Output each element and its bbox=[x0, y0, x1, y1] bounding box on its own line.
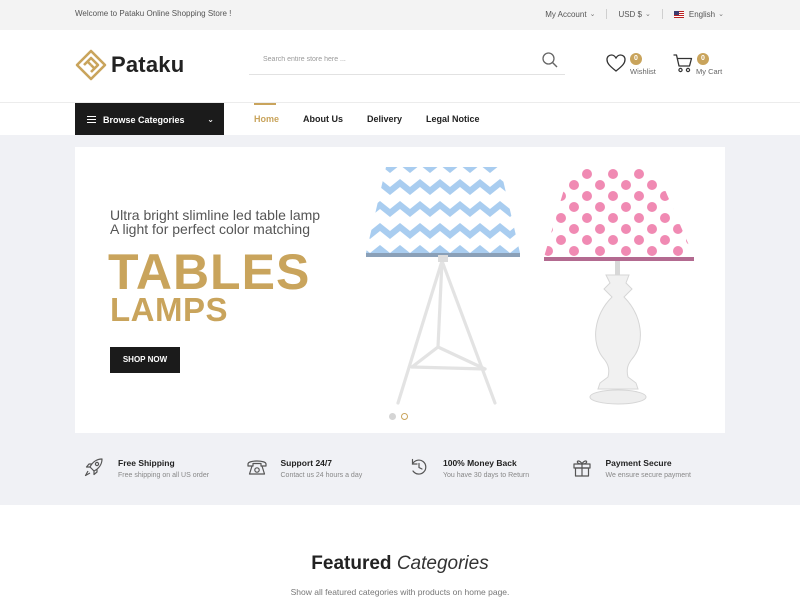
search-bar bbox=[249, 45, 565, 75]
chevron-down-icon: ⌄ bbox=[207, 115, 214, 124]
divider bbox=[606, 9, 608, 19]
feature-payment-secure: Payment Secure We ensure secure payment bbox=[563, 450, 726, 490]
phone-icon bbox=[246, 460, 267, 475]
language-dropdown[interactable]: English ⌄ bbox=[673, 9, 724, 19]
nav-item-legal-notice[interactable]: Legal Notice bbox=[426, 103, 480, 136]
slide-dot-active[interactable] bbox=[401, 413, 408, 420]
feature-subtitle: Free shipping on all US order bbox=[118, 472, 210, 479]
feature-free-shipping: Free Shipping Free shipping on all US or… bbox=[75, 450, 238, 490]
section-subtitle: Show all featured categories with produc… bbox=[290, 587, 510, 597]
search-input[interactable] bbox=[249, 45, 519, 73]
cart-icon bbox=[673, 54, 693, 73]
search-icon[interactable] bbox=[541, 51, 559, 69]
top-bar: Welcome to Pataku Online Shopping Store … bbox=[0, 0, 800, 30]
nav-item-delivery[interactable]: Delivery bbox=[367, 103, 402, 136]
hamburger-icon bbox=[87, 114, 96, 125]
pink-lamp bbox=[544, 169, 694, 405]
nav-item-home[interactable]: Home bbox=[254, 103, 279, 136]
feature-money-back: 100% Money Back You have 30 days to Retu… bbox=[400, 450, 563, 490]
chevron-down-icon: ⌄ bbox=[718, 11, 724, 18]
us-flag-icon bbox=[673, 10, 684, 18]
section-title-italic: Categories bbox=[396, 553, 489, 574]
lamps-image bbox=[366, 167, 694, 405]
cart-count-badge: 0 bbox=[697, 53, 709, 65]
slide-subtitle-2: A light for perfect color matching bbox=[110, 221, 310, 237]
divider bbox=[661, 9, 663, 19]
nav-item-about-us[interactable]: About Us bbox=[303, 103, 343, 136]
feature-title: Payment Secure bbox=[605, 458, 672, 468]
wishlist-label: Wishlist bbox=[630, 67, 656, 76]
welcome-message: Welcome to Pataku Online Shopping Store … bbox=[75, 9, 232, 18]
wishlist-link[interactable]: 0 Wishlist bbox=[605, 52, 656, 76]
features-bar: Free Shipping Free shipping on all US or… bbox=[75, 450, 725, 490]
currency-dropdown[interactable]: USD $ ⌄ bbox=[618, 10, 650, 19]
chevron-down-icon: ⌄ bbox=[589, 11, 596, 18]
logo-icon bbox=[75, 49, 107, 81]
gift-icon bbox=[572, 460, 591, 477]
slide-title-secondary: LAMPS bbox=[110, 291, 228, 328]
feature-subtitle: Contact us 24 hours a day bbox=[280, 472, 363, 479]
my-account-label: My Account bbox=[545, 9, 587, 19]
header: Pataku 0 Wishlist 0 My Cart bbox=[0, 30, 800, 102]
main-navigation: Browse Categories ⌄ Home About Us Delive… bbox=[0, 102, 800, 136]
feature-title: 100% Money Back bbox=[443, 458, 517, 468]
section-title: Featured Categories bbox=[0, 553, 800, 575]
my-account-dropdown[interactable]: My Account ⌄ bbox=[545, 10, 595, 19]
feature-title: Support 24/7 bbox=[280, 458, 332, 468]
section-title-bold: Featured bbox=[311, 553, 392, 574]
heart-icon bbox=[606, 54, 626, 72]
featured-categories-section: Featured Categories Show all featured ca… bbox=[0, 505, 800, 600]
shop-now-button[interactable]: SHOP NOW bbox=[110, 347, 180, 373]
feature-subtitle: We ensure secure payment bbox=[605, 472, 691, 479]
wishlist-count-badge: 0 bbox=[630, 53, 642, 65]
hero-slider: Ultra bright slimline led table lamp A l… bbox=[75, 147, 725, 433]
logo[interactable]: Pataku bbox=[75, 49, 184, 81]
browse-categories-label: Browse Categories bbox=[103, 114, 185, 125]
blue-lamp bbox=[366, 167, 520, 405]
currency-label: USD $ bbox=[618, 9, 642, 19]
chevron-down-icon: ⌄ bbox=[645, 11, 651, 18]
cart-label: My Cart bbox=[696, 67, 723, 76]
feature-title: Free Shipping bbox=[118, 458, 175, 468]
slide-dot[interactable] bbox=[389, 413, 396, 420]
top-links: My Account ⌄ USD $ ⌄ English ⌄ bbox=[545, 9, 724, 19]
language-label: English bbox=[688, 9, 716, 19]
feature-support: Support 24/7 Contact us 24 hours a day bbox=[238, 450, 401, 490]
browse-categories-button[interactable]: Browse Categories ⌄ bbox=[75, 103, 224, 136]
refresh-icon bbox=[411, 458, 427, 475]
slider-pagination bbox=[389, 413, 408, 420]
rocket-icon bbox=[84, 458, 103, 477]
logo-text: Pataku bbox=[111, 52, 185, 77]
cart-link[interactable]: 0 My Cart bbox=[672, 52, 722, 76]
feature-subtitle: You have 30 days to Return bbox=[443, 472, 530, 479]
menu: Home About Us Delivery Legal Notice bbox=[254, 103, 504, 136]
